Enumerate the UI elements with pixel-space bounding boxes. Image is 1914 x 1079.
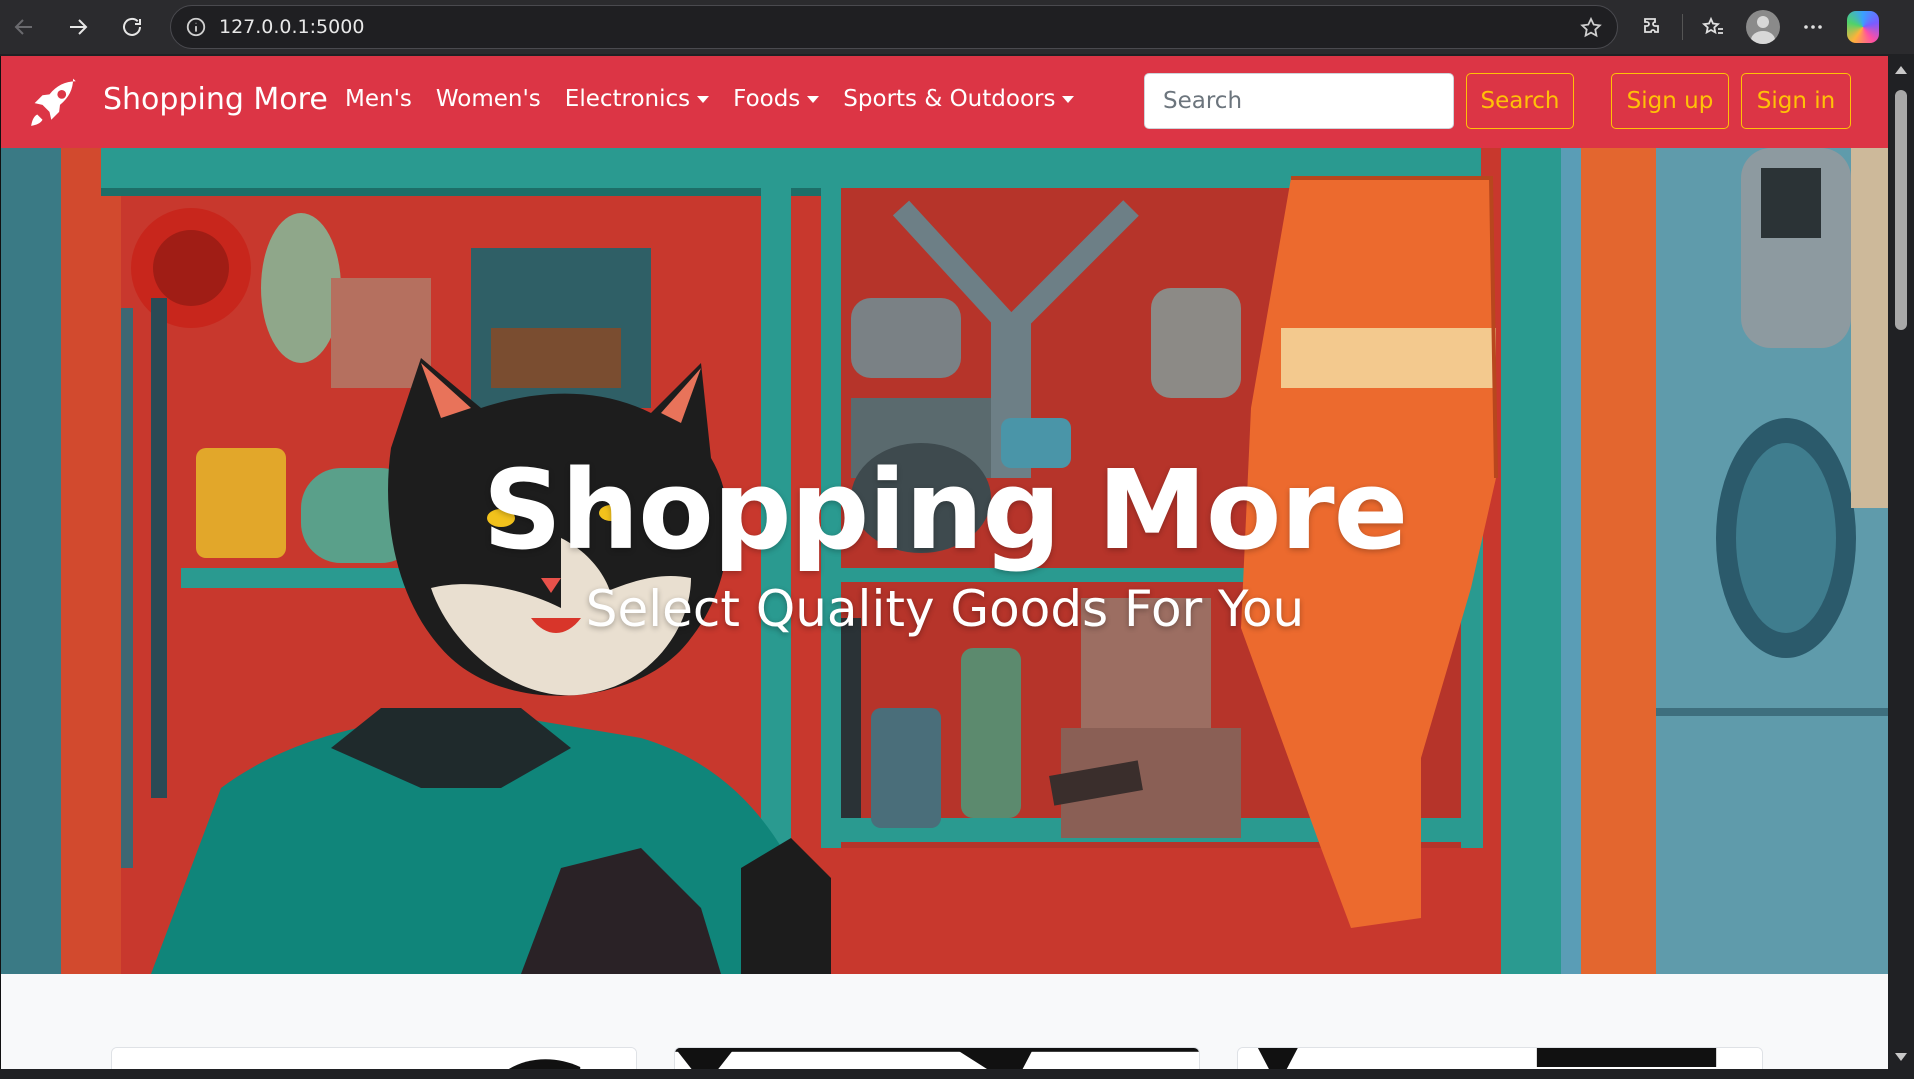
forward-icon[interactable] xyxy=(58,7,98,47)
sign-in-button[interactable]: Sign in xyxy=(1741,73,1851,129)
favorites-icon[interactable] xyxy=(1691,5,1735,49)
more-options-icon[interactable] xyxy=(1791,5,1835,49)
product-image xyxy=(675,1048,1199,1069)
product-card[interactable] xyxy=(1237,1047,1763,1069)
scroll-down-icon[interactable] xyxy=(1895,1053,1907,1061)
nav-link-mens[interactable]: Men's xyxy=(345,86,412,112)
reload-icon[interactable] xyxy=(112,7,152,47)
nav-dropdown-electronics[interactable]: Electronics xyxy=(564,86,710,112)
browser-toolbar: 127.0.0.1:5000 xyxy=(0,0,1914,54)
page-scrollbar[interactable] xyxy=(1888,56,1914,1069)
search-button[interactable]: Search xyxy=(1466,73,1574,129)
hero-banner: Shopping More Select Quality Goods For Y… xyxy=(1,148,1888,974)
profile-button[interactable] xyxy=(1741,5,1785,49)
nav-links: Men's Women's Electronics Foods Sports &… xyxy=(345,86,1098,112)
hero-subtitle: Select Quality Goods For You xyxy=(585,580,1305,638)
nav-link-label: Women's xyxy=(435,86,541,112)
rocket-icon[interactable] xyxy=(25,76,81,132)
product-image xyxy=(1238,1048,1762,1069)
nav-link-label: Electronics xyxy=(564,86,691,112)
caret-down-icon xyxy=(807,95,820,103)
toolbar-divider xyxy=(1682,14,1683,40)
url-text[interactable]: 127.0.0.1:5000 xyxy=(219,16,364,38)
browser-actions xyxy=(1630,5,1885,49)
hero-title: Shopping More xyxy=(482,446,1409,574)
scroll-up-icon[interactable] xyxy=(1895,66,1907,74)
navbar: Shopping More Men's Women's Electronics … xyxy=(1,56,1888,148)
back-icon[interactable] xyxy=(4,7,44,47)
avatar xyxy=(1746,10,1780,44)
site-info-icon[interactable] xyxy=(185,16,207,38)
copilot-button[interactable] xyxy=(1841,5,1885,49)
sign-up-button[interactable]: Sign up xyxy=(1611,73,1729,129)
caret-down-icon xyxy=(1062,95,1075,103)
nav-dropdown-foods[interactable]: Foods xyxy=(733,86,820,112)
nav-link-label: Sports & Outdoors xyxy=(843,86,1056,112)
extensions-icon[interactable] xyxy=(1630,5,1674,49)
page-viewport: Shopping More Men's Women's Electronics … xyxy=(0,56,1888,1069)
brand-name[interactable]: Shopping More xyxy=(103,82,328,117)
product-cards xyxy=(1,974,1888,1069)
caret-down-icon xyxy=(697,95,710,103)
product-card[interactable] xyxy=(674,1047,1200,1069)
address-bar[interactable]: 127.0.0.1:5000 xyxy=(170,5,1618,49)
nav-link-womens[interactable]: Women's xyxy=(436,86,541,112)
nav-link-label: Foods xyxy=(733,86,801,112)
nav-link-label: Men's xyxy=(345,86,412,112)
copilot-icon xyxy=(1847,11,1879,43)
scrollbar-thumb[interactable] xyxy=(1895,90,1907,330)
favorite-star-icon[interactable] xyxy=(1579,16,1603,40)
product-image xyxy=(112,1048,636,1069)
product-card[interactable] xyxy=(111,1047,637,1069)
nav-dropdown-sports-outdoors[interactable]: Sports & Outdoors xyxy=(843,86,1075,112)
search-input[interactable] xyxy=(1144,73,1454,129)
